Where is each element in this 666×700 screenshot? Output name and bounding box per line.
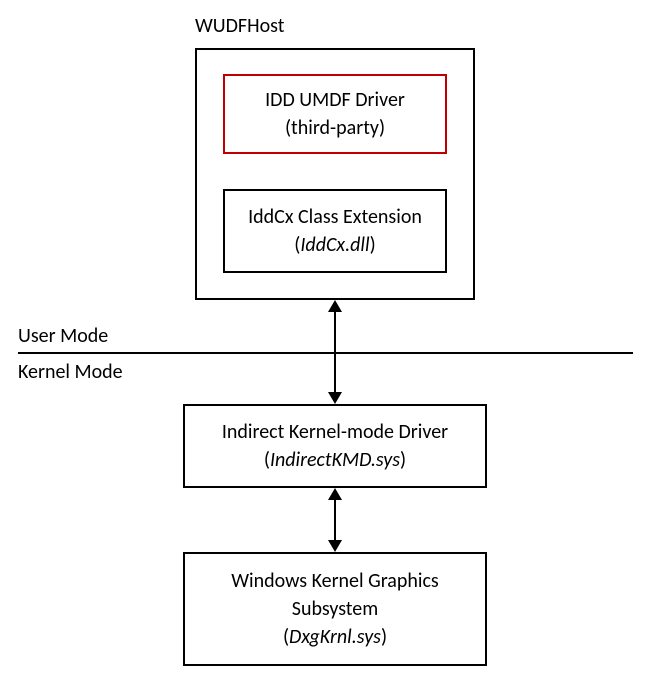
user-mode-label: User Mode xyxy=(18,324,108,348)
indirect-kmd-line1: Indirect Kernel-mode Driver xyxy=(222,418,448,446)
indirect-kmd-line2: (IndirectKMD.sys) xyxy=(264,446,406,474)
dxgkrnl-sys-name: DxgKrnl.sys xyxy=(289,625,381,649)
kernel-mode-label: Kernel Mode xyxy=(18,360,123,384)
paren-close-2: ) xyxy=(400,448,406,472)
dxgkrnl-box: Windows Kernel Graphics Subsystem (DxgKr… xyxy=(183,552,487,666)
dxgkrnl-line3: (DxgKrnl.sys) xyxy=(283,623,387,651)
idd-driver-line2: (third-party) xyxy=(285,114,385,142)
iddcx-line1: IddCx Class Extension xyxy=(248,203,422,231)
dxgkrnl-line2: Subsystem xyxy=(292,595,378,623)
dxgkrnl-line1: Windows Kernel Graphics xyxy=(231,567,439,595)
iddcx-line2: (IddCx.dll) xyxy=(294,231,375,259)
iddcx-extension-box: IddCx Class Extension (IddCx.dll) xyxy=(223,189,447,273)
paren-close-3: ) xyxy=(381,625,387,649)
idd-umdf-driver-box: IDD UMDF Driver (third-party) xyxy=(223,74,447,154)
mode-divider-line xyxy=(18,352,633,354)
iddcx-dll-name: IddCx.dll xyxy=(300,233,369,257)
indirect-kmd-box: Indirect Kernel-mode Driver (IndirectKMD… xyxy=(183,404,487,488)
wudfhost-label: WUDFHost xyxy=(195,14,284,38)
indirectkmd-sys-name: IndirectKMD.sys xyxy=(270,448,400,472)
paren-close: ) xyxy=(370,233,376,257)
idd-driver-line1: IDD UMDF Driver xyxy=(265,86,405,114)
